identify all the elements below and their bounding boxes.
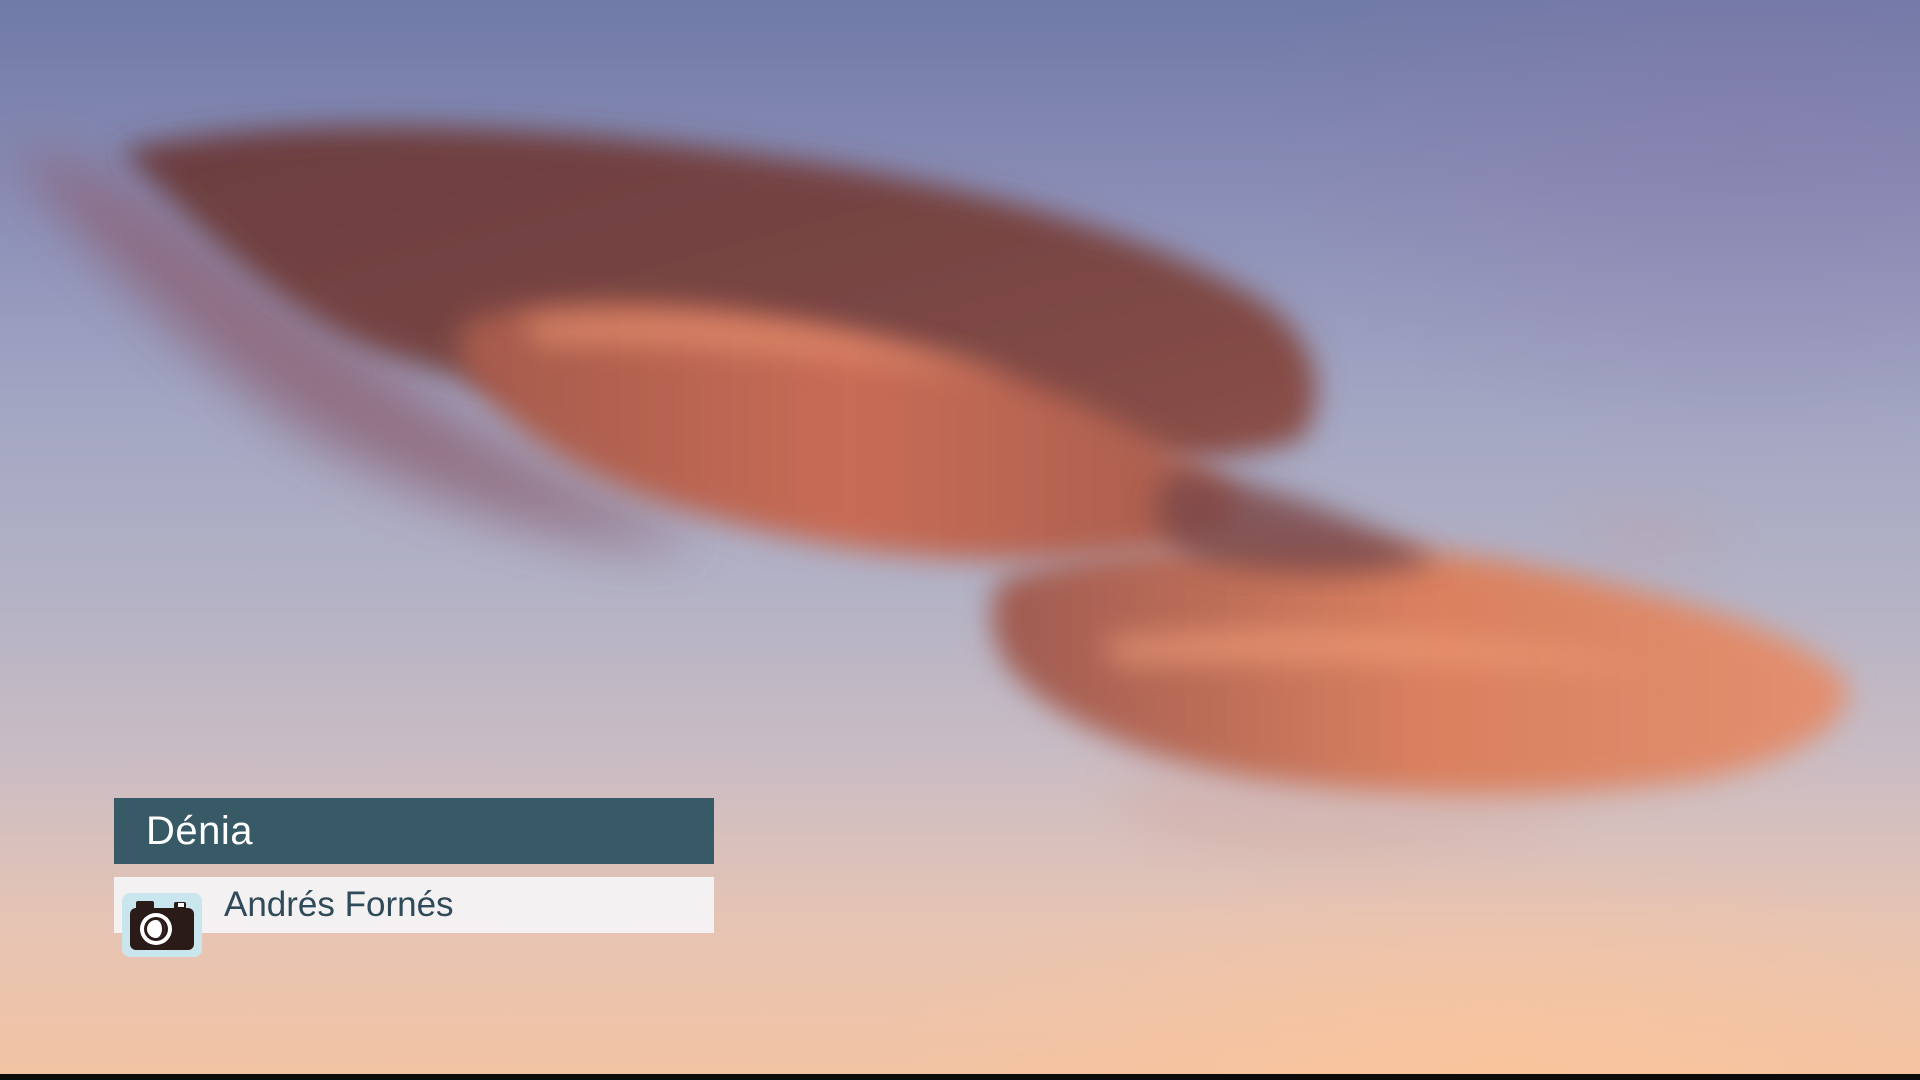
photographer-credit-box: Andrés Fornés [114, 877, 714, 933]
bottom-border [0, 1074, 1920, 1080]
location-caption-box: Dénia [114, 798, 714, 864]
camera-icon [122, 893, 202, 957]
location-title: Dénia [146, 808, 254, 853]
photographer-name: Andrés Fornés [224, 885, 454, 924]
photo-frame: Dénia Andrés Fornés [0, 0, 1920, 1080]
